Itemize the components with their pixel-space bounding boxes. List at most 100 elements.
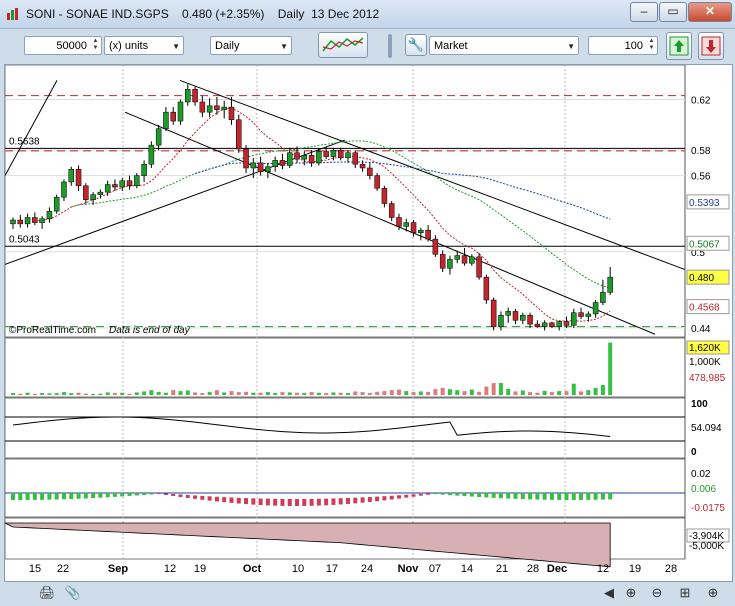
candle-body [272, 160, 278, 167]
macd-bar [608, 493, 613, 500]
macd-bar [163, 493, 168, 495]
order-qty-stepper[interactable]: 100 ▲ ▼ [588, 36, 658, 55]
candle-body [10, 219, 16, 225]
macd-tick-label: -0.0175 [691, 503, 725, 514]
candle-body [461, 255, 468, 264]
wrench-button[interactable]: 🔧 [405, 34, 427, 56]
volume-bar [549, 392, 554, 395]
pane-frame [4, 337, 686, 398]
order-type-select[interactable]: Market ▼ [429, 36, 579, 55]
macd-bar [353, 497, 358, 504]
close-button[interactable]: ✕ [688, 2, 732, 22]
macd-bar [207, 496, 212, 501]
sell-button[interactable] [698, 32, 724, 60]
spin-arrows-icon[interactable]: ▲ ▼ [91, 38, 100, 52]
chevron-down-icon: ▼ [172, 42, 180, 51]
macd-bar [418, 493, 423, 496]
macd-bar [513, 493, 518, 499]
price-badge-label: 0.5393 [689, 198, 720, 209]
quantity-stepper[interactable]: 50000 ▲ ▼ [24, 36, 102, 55]
macd-bar [549, 493, 554, 500]
units-select[interactable]: (x) units ▼ [104, 36, 184, 55]
volume-bar [11, 393, 15, 395]
candle-body [265, 166, 271, 173]
candle-body [520, 314, 526, 321]
volume-bar [134, 392, 139, 395]
zoom-out-icon[interactable]: ⊖ [648, 584, 666, 602]
level-label-lower: 0.5043 [9, 234, 40, 245]
volume-bar [258, 392, 263, 395]
volume-bar [331, 392, 336, 395]
macd-bar [396, 495, 401, 499]
macd-bar [382, 496, 387, 501]
zoom-fit-icon[interactable]: ⊕ [622, 584, 640, 602]
volume-bar [338, 392, 343, 395]
x-axis-label: 19 [629, 563, 641, 575]
candle-body [141, 163, 147, 176]
macd-bar [40, 493, 45, 500]
candle-body [396, 217, 402, 227]
maximize-button[interactable]: ▭ [659, 2, 687, 22]
zoom-in-icon[interactable]: ⊕ [704, 584, 722, 602]
buy-button[interactable] [666, 32, 692, 60]
x-axis-label: 12 [164, 563, 176, 575]
macd-bar [91, 493, 96, 499]
notice-label: Data is end of day [109, 325, 191, 336]
macd-bar [258, 498, 263, 506]
macd-bar [280, 498, 285, 506]
price-tick-label: 0.44 [691, 324, 711, 335]
macd-bar [491, 493, 496, 498]
candle-body [454, 255, 460, 260]
volume-bar [557, 391, 562, 395]
volume-bar [149, 390, 154, 395]
zoom-window-icon[interactable]: ⊞ [676, 584, 694, 602]
candle-body [571, 312, 577, 326]
indicators-button[interactable] [318, 32, 368, 58]
quantity-value: 50000 [56, 40, 87, 52]
volume-bar [69, 393, 74, 395]
x-axis-label: 19 [194, 563, 206, 575]
candle-body [527, 314, 533, 325]
macd-bar [25, 493, 30, 500]
candle-body [90, 194, 96, 200]
minimize-button[interactable]: – [630, 2, 658, 22]
volume-bar [185, 390, 190, 395]
macd-bar [447, 493, 452, 496]
candle-body [388, 203, 395, 218]
macd-bar [134, 493, 139, 496]
spin-arrows-icon[interactable]: ▲ ▼ [647, 38, 656, 52]
candle-body [505, 311, 511, 316]
print-icon[interactable]: 🖨 [38, 584, 56, 602]
macd-bar [571, 493, 576, 500]
macd-bar [346, 497, 350, 504]
macd-bar [302, 498, 307, 506]
volume-bar [469, 389, 474, 395]
candle-body [83, 185, 89, 200]
macd-bar [18, 493, 23, 500]
macd-bar [506, 493, 511, 499]
volume-bar [207, 392, 212, 395]
x-axis-label: Dec [547, 563, 567, 575]
candle-body [432, 238, 439, 255]
macd-tick-label: 0.006 [691, 484, 716, 495]
macd-bar [32, 493, 37, 500]
volume-bar [389, 390, 394, 395]
units-value: (x) units [109, 40, 149, 52]
price-tick-label: 0.56 [691, 172, 711, 183]
bottom-bar: 🖨 📎 ◀ ⊕ ⊖ ⊞ ⊕ [0, 580, 735, 606]
volume-tick-label: 1,620K [689, 343, 721, 354]
candle-body [126, 180, 133, 187]
volume-bar [25, 392, 30, 395]
price-tick-label: 0.62 [691, 95, 711, 106]
volume-bar [83, 393, 88, 395]
macd-bar [564, 493, 569, 500]
attach-icon[interactable]: 📎 [64, 584, 82, 602]
candle-body [17, 219, 24, 225]
scroll-left-icon[interactable]: ◀ [600, 584, 618, 602]
candle-body [585, 313, 592, 317]
volume-bar [571, 383, 576, 395]
chart-canvas[interactable]: 0.56380.50430.620.580.560.50.440.53930.5… [4, 64, 732, 581]
chart-area[interactable]: 0.5638 0.5043 0.62 0.58 0.56 0.5 0.44 0.5393 0.5… [4, 64, 733, 582]
macd-bar [528, 493, 533, 500]
period-select[interactable]: Daily ▼ [210, 36, 292, 55]
